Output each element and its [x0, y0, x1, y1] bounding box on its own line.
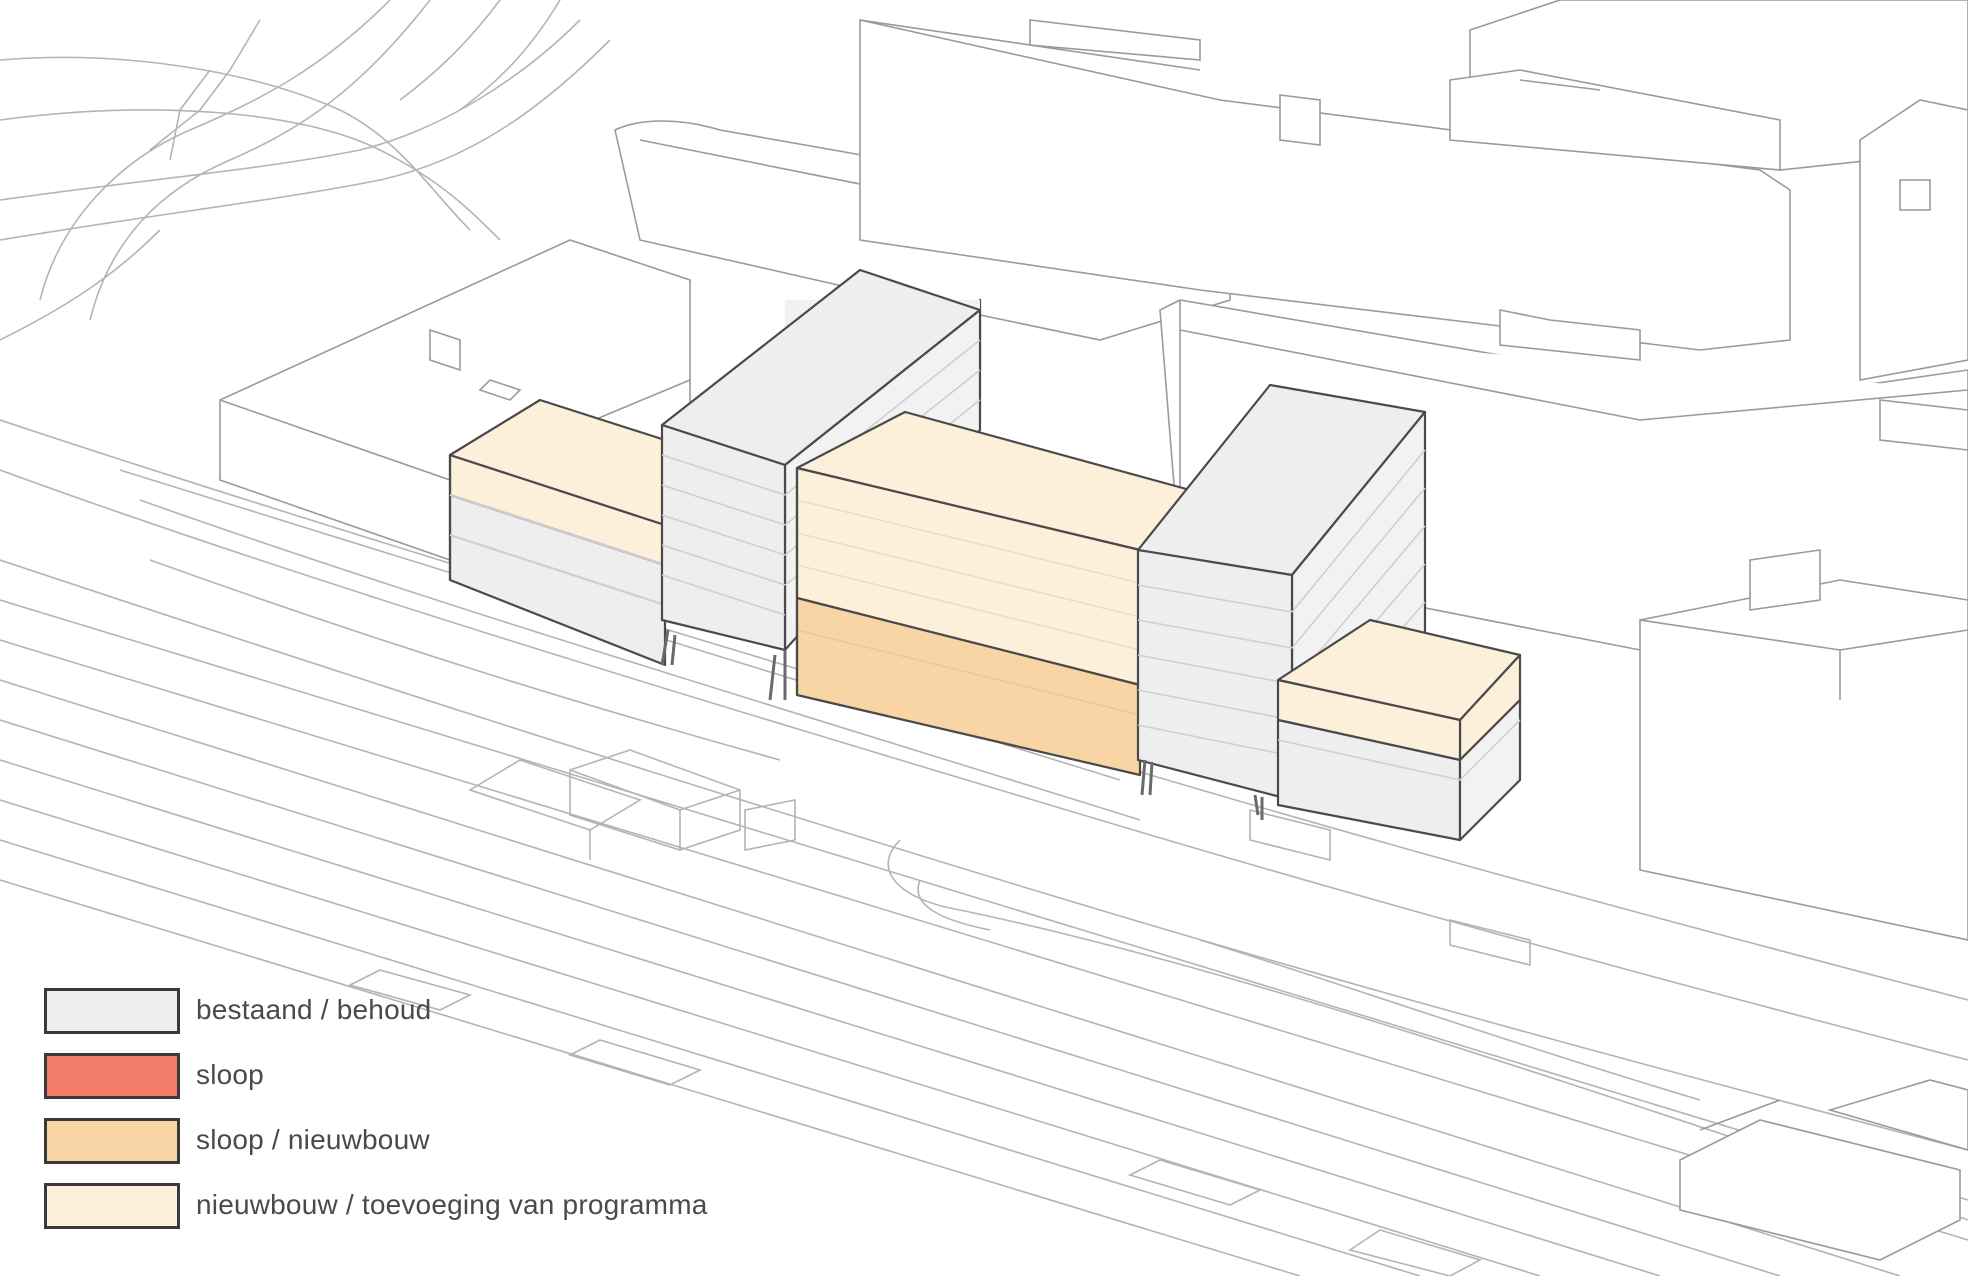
middle-block [795, 410, 1192, 777]
legend-label-new-addition: nieuwbouw / toevoeging van programma [196, 1189, 708, 1220]
isometric-site-diagram [0, 0, 1968, 1276]
right-tower-front [1136, 548, 1294, 802]
left-tower-front [660, 423, 787, 652]
legend-label-demolition: sloop [196, 1059, 264, 1090]
legend-swatch-existing [44, 988, 180, 1034]
legend-label-demolition-new: sloop / nieuwbouw [196, 1124, 430, 1155]
legend-label-existing: bestaand / behoud [196, 994, 432, 1025]
left-low-block [448, 398, 667, 667]
legend-swatch-new-addition [44, 1183, 180, 1229]
legend-swatch-demolition [44, 1053, 180, 1099]
legend-swatch-demolition-new [44, 1118, 180, 1164]
